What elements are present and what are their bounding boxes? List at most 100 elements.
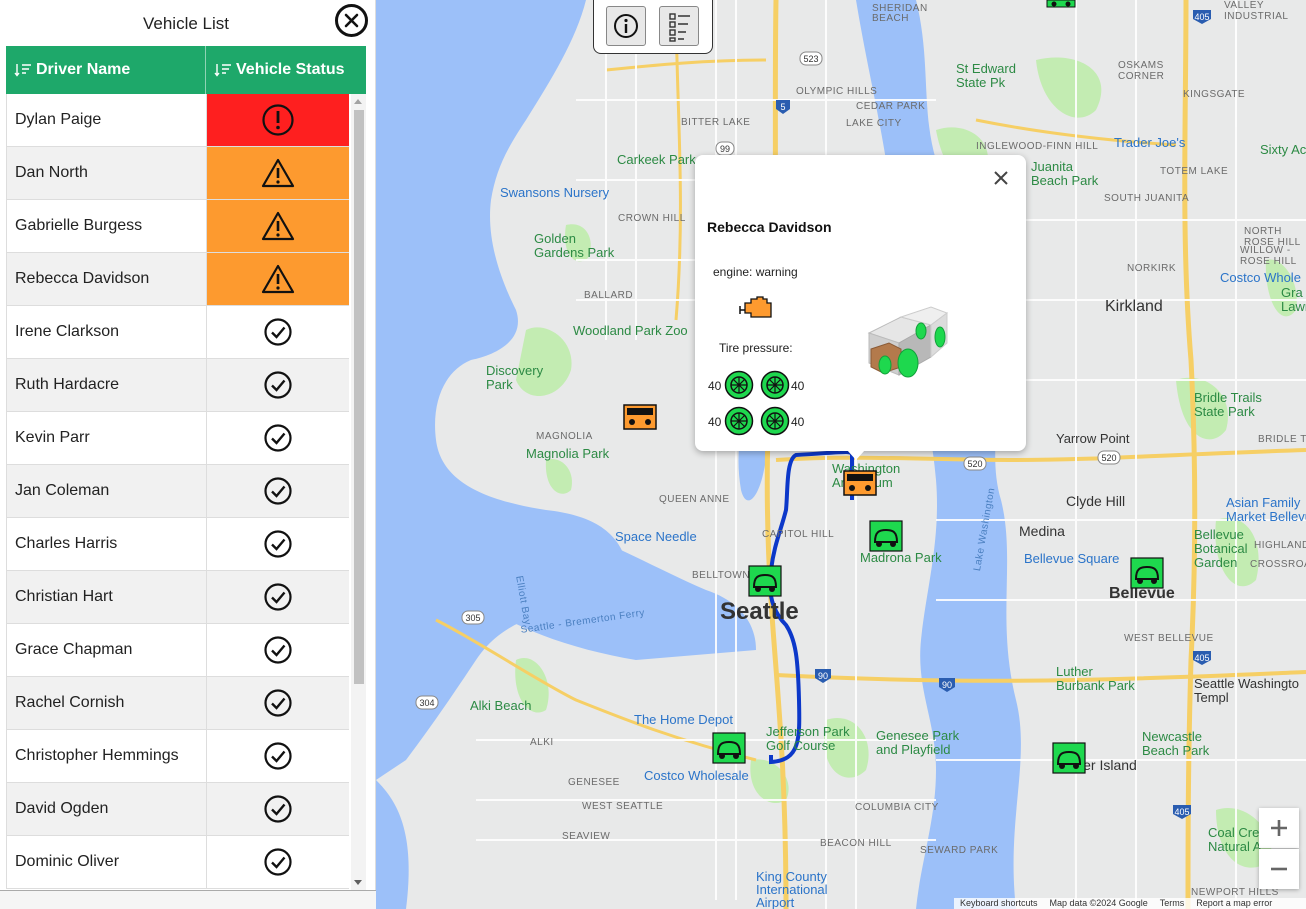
driver-name-cell: Irene Clarkson: [7, 306, 207, 358]
table-header: Driver Name Vehicle Status: [6, 46, 366, 94]
map-label: Kirkland: [1105, 298, 1163, 315]
sort-icon: [14, 64, 31, 77]
table-row[interactable]: Christian Hart: [6, 571, 349, 624]
driver-name-cell: Rachel Cornish: [7, 677, 207, 729]
vehicle-status-cell: [207, 253, 349, 305]
map-label: SHERIDAN BEACH: [872, 3, 928, 24]
vehicle-marker-ok[interactable]: [1046, 0, 1076, 8]
ok-status-icon: [264, 318, 292, 346]
info-button[interactable]: [606, 6, 646, 46]
map-label: St Edward State Pk: [956, 61, 1016, 90]
map-label: Bridle Trails State Park: [1194, 390, 1262, 419]
vehicle-status-cell: [207, 465, 349, 517]
vehicle-status-cell: [207, 571, 349, 623]
close-panel-button[interactable]: [335, 4, 368, 37]
ok-status-icon: [264, 477, 292, 505]
map-label: CAPITOL HILL: [762, 529, 835, 540]
minus-icon: [1271, 867, 1287, 871]
ok-status-icon: [264, 371, 292, 399]
map-label: Carkeek Park: [617, 152, 696, 167]
panel-title: Vehicle List: [143, 14, 229, 33]
map-label: GENESEE: [568, 777, 620, 788]
map-label: TOTEM LAKE: [1160, 166, 1229, 177]
map-label: Juanita Beach Park: [1031, 159, 1099, 188]
vehicle-status-label: Vehicle Status: [236, 61, 345, 78]
terms-link[interactable]: Terms: [1160, 898, 1185, 909]
ok-status-icon: [264, 424, 292, 452]
table-row[interactable]: Charles Harris: [6, 518, 349, 571]
table-row[interactable]: Ruth Hardacre: [6, 359, 349, 412]
map-label: Newcastle Beach Park: [1142, 729, 1210, 758]
sort-vehicle-status-header[interactable]: Vehicle Status: [206, 46, 366, 94]
vehicle-marker-warning[interactable]: [623, 404, 657, 430]
table-row[interactable]: David Ogden: [6, 783, 349, 836]
sort-driver-name-header[interactable]: Driver Name: [6, 46, 206, 94]
table-row[interactable]: Rebecca Davidson: [6, 253, 349, 306]
map-label: SEWARD PARK: [920, 845, 999, 856]
vehicle-marker-ok[interactable]: [712, 732, 746, 764]
scrollbar[interactable]: [351, 94, 366, 890]
ok-status-icon: [264, 636, 292, 664]
map-label: QUEEN ANNE: [659, 494, 730, 505]
table-row[interactable]: Jan Coleman: [6, 465, 349, 518]
table-row[interactable]: Irene Clarkson: [6, 306, 349, 359]
table-row[interactable]: Grace Chapman: [6, 624, 349, 677]
table-body: Dylan Paige Dan North Gabrielle Burgess Reb…: [6, 94, 349, 889]
table-row[interactable]: Christopher Hemmings: [6, 730, 349, 783]
vehicle-marker-ok[interactable]: [1130, 557, 1164, 589]
ok-status-icon: [264, 795, 292, 823]
map-label: Sixty Acre: [1260, 142, 1306, 157]
map-toolbar: [593, 0, 713, 54]
table-row[interactable]: Rachel Cornish: [6, 677, 349, 730]
driver-name-label: Driver Name: [36, 61, 131, 78]
vehicle-info-popup: Rebecca Davidson engine: warning Tire pr…: [695, 155, 1026, 451]
map-label: Luther Burbank Park: [1056, 664, 1135, 693]
vehicle-marker-warning[interactable]: [843, 470, 877, 496]
map-label: Clyde Hill: [1066, 493, 1126, 509]
close-icon: [344, 13, 359, 28]
zoom-out-button[interactable]: [1259, 849, 1299, 889]
vehicle-status-cell: [207, 677, 349, 729]
table-row[interactable]: Dylan Paige: [6, 94, 349, 147]
map-label: BEACON HILL: [820, 838, 892, 849]
table-row[interactable]: Gabrielle Burgess: [6, 200, 349, 253]
map-label: BRIDLE TRA: [1258, 434, 1306, 445]
popup-close-icon[interactable]: [991, 168, 1011, 188]
popup-pointer: [847, 450, 865, 460]
map-label: Trader Joe's: [1114, 135, 1186, 150]
map-label: CEDAR PARK: [856, 101, 926, 112]
table-row[interactable]: Dominic Oliver: [6, 836, 349, 889]
vehicle-3d-icon: [867, 306, 949, 378]
keyboard-shortcuts-link[interactable]: Keyboard shortcuts: [960, 898, 1038, 909]
driver-name-cell: Gabrielle Burgess: [7, 200, 207, 252]
vehicle-marker-ok[interactable]: [869, 520, 903, 552]
table-row[interactable]: Dan North: [6, 147, 349, 200]
map-label: SOUTH JUANITA: [1104, 193, 1190, 204]
vehicle-status-cell: [207, 200, 349, 252]
vehicle-marker-ok[interactable]: [748, 565, 782, 597]
scroll-up-arrow[interactable]: [354, 99, 362, 104]
plus-icon: [1271, 820, 1287, 836]
map-label: Space Needle: [615, 529, 697, 544]
vehicle-marker-ok[interactable]: [1052, 742, 1086, 774]
map-attribution: Keyboard shortcuts Map data ©2024 Google…: [954, 898, 1306, 909]
vehicle-status-cell: [207, 147, 349, 199]
map-view[interactable]: SHERIDAN BEACH VALLEY INDUSTRIAL St Edward…: [376, 0, 1306, 909]
legend-list-button[interactable]: [659, 6, 699, 46]
map-label: Bellevue Botanical Garden: [1194, 527, 1248, 570]
tire-rear-right-icon: [760, 406, 790, 436]
table-row[interactable]: Kevin Parr: [6, 412, 349, 465]
scrollbar-thumb[interactable]: [354, 110, 364, 684]
warning-status-icon: [261, 158, 295, 188]
zoom-in-button[interactable]: [1259, 808, 1299, 848]
driver-name-cell: Charles Harris: [7, 518, 207, 570]
map-label: King County International Airport: [756, 869, 828, 909]
vehicle-status-cell: [207, 730, 349, 782]
map-label: Madrona Park: [860, 550, 942, 565]
driver-name-cell: Christian Hart: [7, 571, 207, 623]
report-error-link[interactable]: Report a map error: [1196, 898, 1272, 909]
vehicle-table: Driver Name Vehicle Status Dylan Paige Da…: [6, 46, 366, 890]
scroll-down-arrow[interactable]: [354, 880, 362, 885]
map-label: SEAVIEW: [562, 831, 611, 842]
driver-name-cell: Ruth Hardacre: [7, 359, 207, 411]
